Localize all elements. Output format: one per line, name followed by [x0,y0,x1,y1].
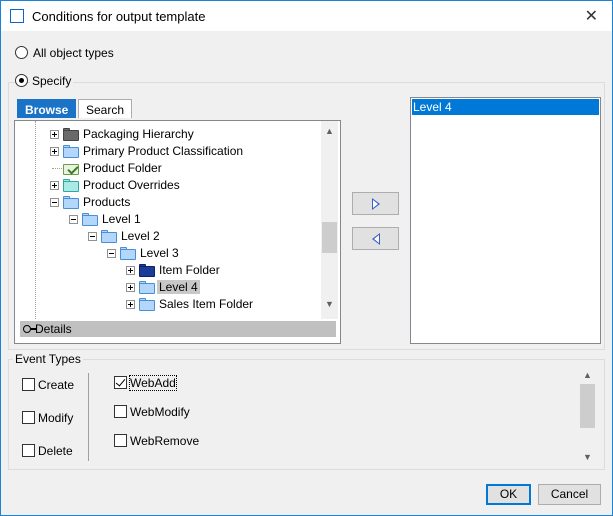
add-to-selection-button[interactable] [352,192,399,215]
collapse-icon[interactable] [107,249,116,258]
folder-teal-icon [63,179,79,192]
modify-label[interactable]: Modify [38,411,73,425]
list-item[interactable]: Level 4 [412,99,599,115]
folder-navy-icon [139,264,155,277]
tree-row[interactable]: Level 1 [15,211,321,228]
delete-label[interactable]: Delete [38,444,73,458]
collapse-icon[interactable] [50,198,59,207]
selected-items-list[interactable]: Level 4 [410,97,601,344]
tree-item-label[interactable]: Packaging Hierarchy [83,127,194,141]
ok-button[interactable]: OK [486,484,531,505]
specify-label[interactable]: Specify [30,74,74,88]
tree-row[interactable]: Products [15,194,321,211]
folder-blue-icon [82,213,98,226]
webmodify-checkbox[interactable] [114,405,127,418]
scroll-up-icon[interactable]: ▲ [579,370,596,380]
tree-scrollbar-thumb[interactable] [322,222,337,253]
folder-blue-icon [63,196,79,209]
scroll-up-icon[interactable]: ▲ [321,126,338,136]
tree-row[interactable]: Level 2 [15,228,321,245]
event-types-divider [88,373,89,461]
tree-row[interactable]: Sales Item Folder [15,296,321,313]
all-object-types-label[interactable]: All object types [33,46,114,60]
expand-icon[interactable] [126,300,135,309]
tree-item-label[interactable]: Level 2 [121,229,160,243]
folder-blue-icon [139,298,155,311]
details-label: Details [35,322,72,336]
cancel-button[interactable]: Cancel [538,484,601,505]
webadd-checkbox[interactable] [114,376,127,389]
arrow-left-icon [372,233,380,245]
tree-item-label[interactable]: Level 4 [157,280,200,294]
key-icon [23,325,36,333]
folder-blue-icon [63,145,79,158]
tree-row[interactable]: Product Folder [15,160,321,177]
tree-item-label[interactable]: Product Folder [83,161,162,175]
tree-row[interactable]: Packaging Hierarchy [15,126,321,143]
browse-tree-panel: Packaging Hierarchy Primary Product Class… [14,120,341,344]
webadd-label[interactable]: WebAdd [129,375,177,391]
folder-blue-icon [139,281,155,294]
expand-icon[interactable] [50,181,59,190]
tree-row[interactable]: Level 3 [15,245,321,262]
collapse-icon[interactable] [88,232,97,241]
tree-item-label[interactable]: Item Folder [159,263,220,277]
specify-radio[interactable] [15,74,28,87]
modify-checkbox[interactable] [22,411,35,424]
details-bar[interactable]: Details [20,321,336,337]
dialog-window: Conditions for output template ✕ All obj… [0,0,613,516]
delete-checkbox[interactable] [22,444,35,457]
event-types-legend: Event Types [13,352,83,366]
arrow-right-icon [372,198,380,210]
scroll-down-icon[interactable]: ▼ [321,299,338,309]
tree-item-label[interactable]: Product Overrides [83,178,180,192]
event-types-group [8,359,605,470]
tree-item-label[interactable]: Products [83,195,130,209]
expand-icon[interactable] [126,266,135,275]
event-types-scrollbar[interactable]: ▲ ▼ [579,366,596,466]
tab-browse[interactable]: Browse [17,99,77,118]
tree-row[interactable]: Level 4 [15,279,321,296]
app-window-icon [10,9,24,23]
all-object-types-radio[interactable] [15,46,28,59]
title-bar: Conditions for output template ✕ [1,1,612,31]
folder-check-icon [63,162,79,175]
folder-gray-icon [63,128,79,141]
tree-row[interactable]: Item Folder [15,262,321,279]
webremove-label[interactable]: WebRemove [130,434,199,448]
scroll-down-icon[interactable]: ▼ [579,452,596,462]
create-checkbox[interactable] [22,378,35,391]
webmodify-label[interactable]: WebModify [130,405,190,419]
tree-row[interactable]: Product Overrides [15,177,321,194]
browse-tree: Packaging Hierarchy Primary Product Class… [15,121,321,319]
folder-blue-icon [120,247,136,260]
close-icon[interactable]: ✕ [585,6,598,26]
tree-item-label[interactable]: Level 3 [140,246,179,260]
tree-row[interactable]: Primary Product Classification [15,143,321,160]
remove-from-selection-button[interactable] [352,227,399,250]
tree-item-label[interactable]: Level 1 [102,212,141,226]
webremove-checkbox[interactable] [114,434,127,447]
collapse-icon[interactable] [69,215,78,224]
tree-item-label[interactable]: Sales Item Folder [159,297,253,311]
window-title: Conditions for output template [32,9,206,24]
create-label[interactable]: Create [38,378,74,392]
tab-search[interactable]: Search [78,99,133,118]
folder-blue-icon [101,230,117,243]
event-types-scrollbar-thumb[interactable] [580,384,595,428]
expand-icon[interactable] [50,147,59,156]
expand-icon[interactable] [50,130,59,139]
tree-item-label[interactable]: Primary Product Classification [83,144,243,158]
tree-scrollbar[interactable]: ▲ ▼ [321,121,338,319]
expand-icon[interactable] [126,283,135,292]
